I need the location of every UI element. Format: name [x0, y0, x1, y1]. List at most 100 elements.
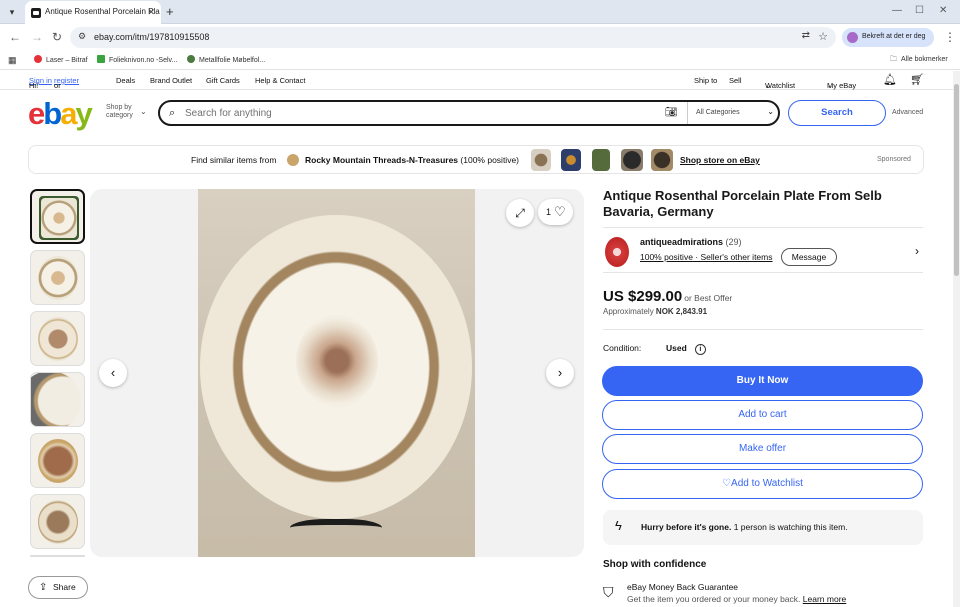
seller-name[interactable]: antiqueadmirations (29): [640, 237, 742, 247]
chevron-right-icon[interactable]: ›: [915, 244, 919, 258]
sponsor-thumbnail[interactable]: [592, 149, 610, 171]
sponsor-thumbnail[interactable]: [651, 149, 673, 171]
gallery-thumbnail[interactable]: [30, 372, 85, 427]
ebay-logo[interactable]: ebay: [28, 96, 93, 132]
tab-search-button[interactable]: ▾: [4, 4, 20, 20]
ebay-top-links: Hi! Sign in or register Deals Brand Outl…: [0, 71, 960, 90]
back-icon[interactable]: ←: [9, 30, 21, 44]
divider: [603, 329, 923, 330]
profile-button[interactable]: Bekreft at det er deg: [842, 28, 934, 47]
reload-icon[interactable]: ↻: [52, 30, 62, 44]
bookmark-folieknivon[interactable]: Folieknivon.no -Selv...: [97, 55, 177, 64]
positive-feedback-link[interactable]: 100% positive: [640, 252, 693, 262]
shop-store-link[interactable]: Shop store on eBay: [680, 155, 760, 165]
sponsor-thumbnail[interactable]: [621, 149, 643, 171]
seller-info: antiqueadmirations (29) 100% positive · …: [603, 227, 923, 273]
all-bookmarks[interactable]: 🗀 Alle bokmerker: [890, 55, 948, 66]
category-select[interactable]: All Categories ⌄: [687, 102, 780, 124]
expand-icon: ⤢: [515, 206, 525, 220]
close-tab-icon[interactable]: ✕: [147, 7, 155, 18]
url-text[interactable]: ebay.com/itm/197810915508: [94, 32, 209, 42]
cart-icon[interactable]: 🛒︎: [910, 73, 924, 86]
deals-link[interactable]: Deals: [116, 76, 135, 85]
share-icon: ⇪: [39, 582, 48, 593]
add-to-cart-button[interactable]: Add to cart: [602, 400, 923, 430]
previous-image-button[interactable]: ‹: [99, 359, 127, 387]
make-offer-button[interactable]: Make offer: [602, 434, 923, 464]
forward-icon[interactable]: →: [31, 30, 43, 44]
condition-value: Used i: [666, 343, 706, 355]
shield-icon: ⛉: [603, 584, 614, 600]
urgency-banner: ϟ Hurry before it's gone. 1 person is wa…: [603, 510, 923, 545]
heart-icon: ♡: [722, 478, 732, 489]
gallery-thumbnail[interactable]: [30, 494, 85, 549]
sell-link[interactable]: Sell: [729, 76, 742, 85]
sponsor-thumbnail[interactable]: [561, 149, 581, 171]
sponsored-banner[interactable]: Find similar items from Rocky Mountain T…: [28, 145, 924, 174]
seller-logo-icon: [287, 154, 299, 166]
share-button[interactable]: ⇪ Share: [28, 576, 88, 599]
chevron-down-icon: ⌄: [767, 107, 774, 116]
close-window-icon[interactable]: ✕: [939, 5, 947, 16]
search-button[interactable]: Search: [788, 100, 886, 126]
scrollbar-thumb[interactable]: [954, 84, 959, 276]
bitraf-favicon-icon: [34, 55, 42, 63]
info-icon[interactable]: i: [694, 344, 706, 355]
find-similar-text: Find similar items from: [191, 155, 277, 165]
next-image-button[interactable]: ›: [546, 359, 574, 387]
site-info-icon[interactable]: ⚙: [78, 31, 86, 42]
like-button[interactable]: 1 ♡: [538, 199, 573, 225]
omnibox[interactable]: ⚙ ebay.com/itm/197810915508 ⇄ ☆: [70, 27, 836, 48]
bookmark-star-icon[interactable]: ☆: [818, 30, 828, 43]
gift-cards-link[interactable]: Gift Cards: [206, 76, 240, 85]
metallfolie-favicon-icon: [187, 55, 195, 63]
advanced-search-link[interactable]: Advanced: [892, 109, 923, 116]
heart-icon: ♡: [554, 204, 566, 219]
chevron-down-icon: ⌄: [140, 107, 147, 116]
gallery-thumbnail[interactable]: [30, 250, 85, 305]
expand-image-button[interactable]: ⤢: [506, 199, 534, 227]
sponsor-thumbnail[interactable]: [531, 149, 551, 171]
translate-icon[interactable]: ⇄: [802, 30, 810, 41]
message-seller-button[interactable]: Message: [781, 248, 837, 266]
ship-to-link[interactable]: Ship to: [694, 76, 717, 85]
gallery-thumbnail[interactable]: [30, 189, 85, 244]
learn-more-link[interactable]: Learn more: [803, 594, 846, 604]
listing-title: Antique Rosenthal Porcelain Plate From S…: [603, 188, 882, 219]
bookmark-metallfolie[interactable]: Metallfolie Møbelfol...: [187, 55, 265, 64]
gallery-thumbnail[interactable]: [30, 433, 85, 488]
profile-label: Bekreft at det er deg: [862, 33, 926, 40]
browser-menu-icon[interactable]: ⋮: [944, 30, 956, 44]
apps-grid-icon[interactable]: ▦: [8, 55, 17, 66]
notification-bell-icon[interactable]: 🔔︎: [883, 73, 897, 86]
gallery-thumbnail[interactable]: [30, 311, 85, 366]
minimize-icon[interactable]: —: [892, 5, 902, 16]
search-input[interactable]: Search for anything: [185, 108, 272, 119]
address-toolbar: ← → ↻ ⚙ ebay.com/itm/197810915508 ⇄ ☆ Be…: [0, 25, 960, 50]
sponsor-seller[interactable]: Rocky Mountain Threads-N-Treasures (100%…: [287, 154, 519, 166]
brand-outlet-link[interactable]: Brand Outlet: [150, 76, 192, 85]
sellers-other-items-link[interactable]: Seller's other items: [700, 252, 772, 262]
gallery-thumbnail-partial[interactable]: [30, 555, 85, 557]
seller-avatar[interactable]: [605, 237, 629, 267]
shop-by-category-button[interactable]: Shop by category ⌄: [106, 104, 147, 120]
maximize-icon[interactable]: ☐: [915, 5, 924, 16]
product-photo: [198, 189, 475, 557]
buy-it-now-button[interactable]: Buy It Now: [602, 366, 923, 396]
chevron-right-icon: ›: [557, 365, 563, 380]
greeting: Hi! Sign in or register: [29, 76, 80, 90]
browser-tab[interactable]: Antique Rosenthal Porcelain Pla ✕: [25, 1, 161, 24]
camera-search-icon[interactable]: 📷︎: [665, 107, 678, 118]
search-icon: ⌕: [169, 107, 176, 119]
main-image-viewer[interactable]: [90, 189, 584, 557]
new-tab-icon[interactable]: +: [166, 4, 174, 19]
add-to-watchlist-button[interactable]: ♡Add to Watchlist: [602, 469, 923, 499]
search-bar: ⌕ Search for anything 📷︎ All Categories …: [158, 100, 780, 126]
browser-tab-bar: ▾ Antique Rosenthal Porcelain Pla ✕ + — …: [0, 0, 960, 24]
folder-icon: 🗀: [890, 56, 897, 63]
bookmark-laser-bitraf[interactable]: Laser – Bitraf: [34, 55, 88, 64]
condition-label: Condition:: [603, 343, 642, 353]
tab-title: Antique Rosenthal Porcelain Pla: [45, 7, 160, 16]
help-contact-link[interactable]: Help & Contact: [255, 76, 305, 85]
chevron-down-icon: ⌄: [827, 81, 834, 90]
